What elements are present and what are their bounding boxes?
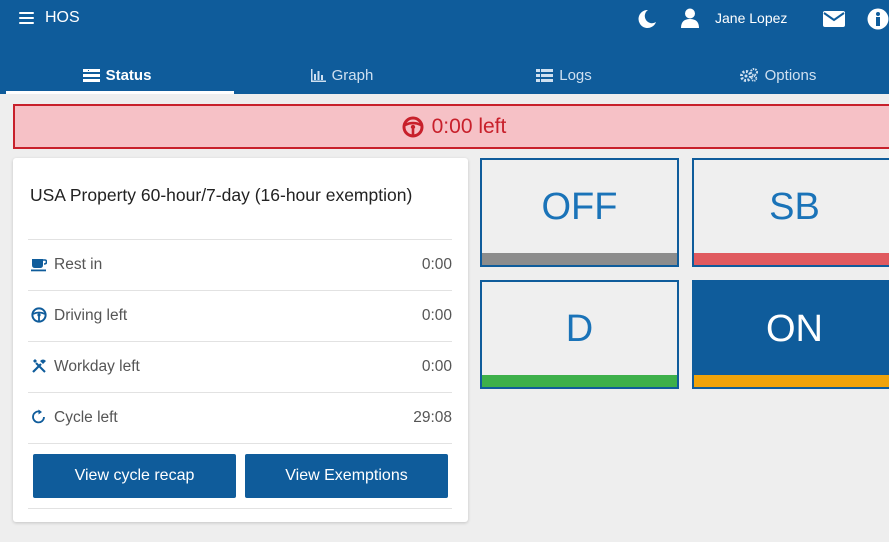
row-value: 0:00	[421, 307, 452, 324]
status-sb-button[interactable]: SB	[692, 158, 889, 267]
row-value: 0:00	[421, 256, 452, 273]
tab-bar: Status Graph Logs Options	[0, 56, 889, 94]
tab-label: Logs	[559, 66, 592, 84]
list-item: Rest in 0:00	[28, 239, 452, 290]
tab-label: Status	[105, 66, 152, 84]
divider	[28, 443, 452, 444]
status-label: SB	[769, 186, 820, 228]
steering-wheel-icon	[31, 307, 47, 323]
tab-status[interactable]: Status	[6, 56, 234, 94]
mail-icon[interactable]	[823, 11, 845, 27]
app-title: HOS	[45, 9, 80, 26]
tab-options[interactable]: Options	[667, 56, 889, 94]
status-label: OFF	[541, 186, 618, 228]
user-name[interactable]: Jane Lopez	[715, 10, 787, 26]
alert-text: 0:00 left	[431, 114, 507, 138]
user-icon[interactable]	[681, 8, 699, 28]
header-row: HOS Jane Lopez	[0, 0, 889, 36]
tab-label: Graph	[331, 66, 374, 84]
info-icon[interactable]	[867, 8, 889, 30]
list-item: Cycle left 29:08	[28, 392, 452, 443]
status-label: D	[565, 308, 594, 350]
status-color-bar	[694, 375, 889, 387]
list-item: Driving left 0:00	[28, 290, 452, 341]
menu-icon[interactable]	[19, 12, 34, 25]
row-label: Rest in	[54, 256, 103, 273]
ruleset-title: USA Property 60-hour/7-day (16-hour exem…	[30, 185, 413, 205]
tab-label: Options	[764, 66, 817, 84]
status-color-bar	[482, 375, 677, 387]
ruleset-card: USA Property 60-hour/7-day (16-hour exem…	[13, 158, 468, 522]
bar-chart-icon	[310, 68, 326, 82]
status-color-bar	[694, 253, 889, 265]
status-on-button[interactable]: ON	[692, 280, 889, 389]
row-label: Driving left	[54, 307, 128, 324]
moon-icon[interactable]	[637, 9, 657, 29]
gears-icon	[739, 68, 758, 82]
tools-icon	[32, 359, 46, 373]
row-value: 29:08	[413, 409, 452, 426]
row-label: Cycle left	[54, 409, 118, 426]
steering-wheel-icon	[402, 116, 424, 137]
coffee-cup-icon	[31, 259, 47, 272]
status-label: ON	[766, 308, 823, 350]
tab-graph[interactable]: Graph	[231, 56, 453, 94]
list-item: Workday left 0:00	[28, 341, 452, 392]
row-label: Workday left	[54, 358, 140, 375]
cycle-icon	[32, 409, 45, 424]
view-exemptions-button[interactable]: View Exemptions	[245, 454, 448, 498]
status-off-button[interactable]: OFF	[480, 158, 679, 267]
view-cycle-recap-button[interactable]: View cycle recap	[33, 454, 236, 498]
status-list-icon	[82, 68, 100, 82]
tab-logs[interactable]: Logs	[453, 56, 675, 94]
app-header: HOS Jane Lopez	[0, 0, 889, 62]
time-left-alert: 0:00 left	[13, 104, 889, 149]
divider	[28, 508, 452, 509]
list-icon	[536, 68, 554, 82]
status-d-button[interactable]: D	[480, 280, 679, 389]
status-color-bar	[482, 253, 677, 265]
row-value: 0:00	[421, 358, 452, 375]
